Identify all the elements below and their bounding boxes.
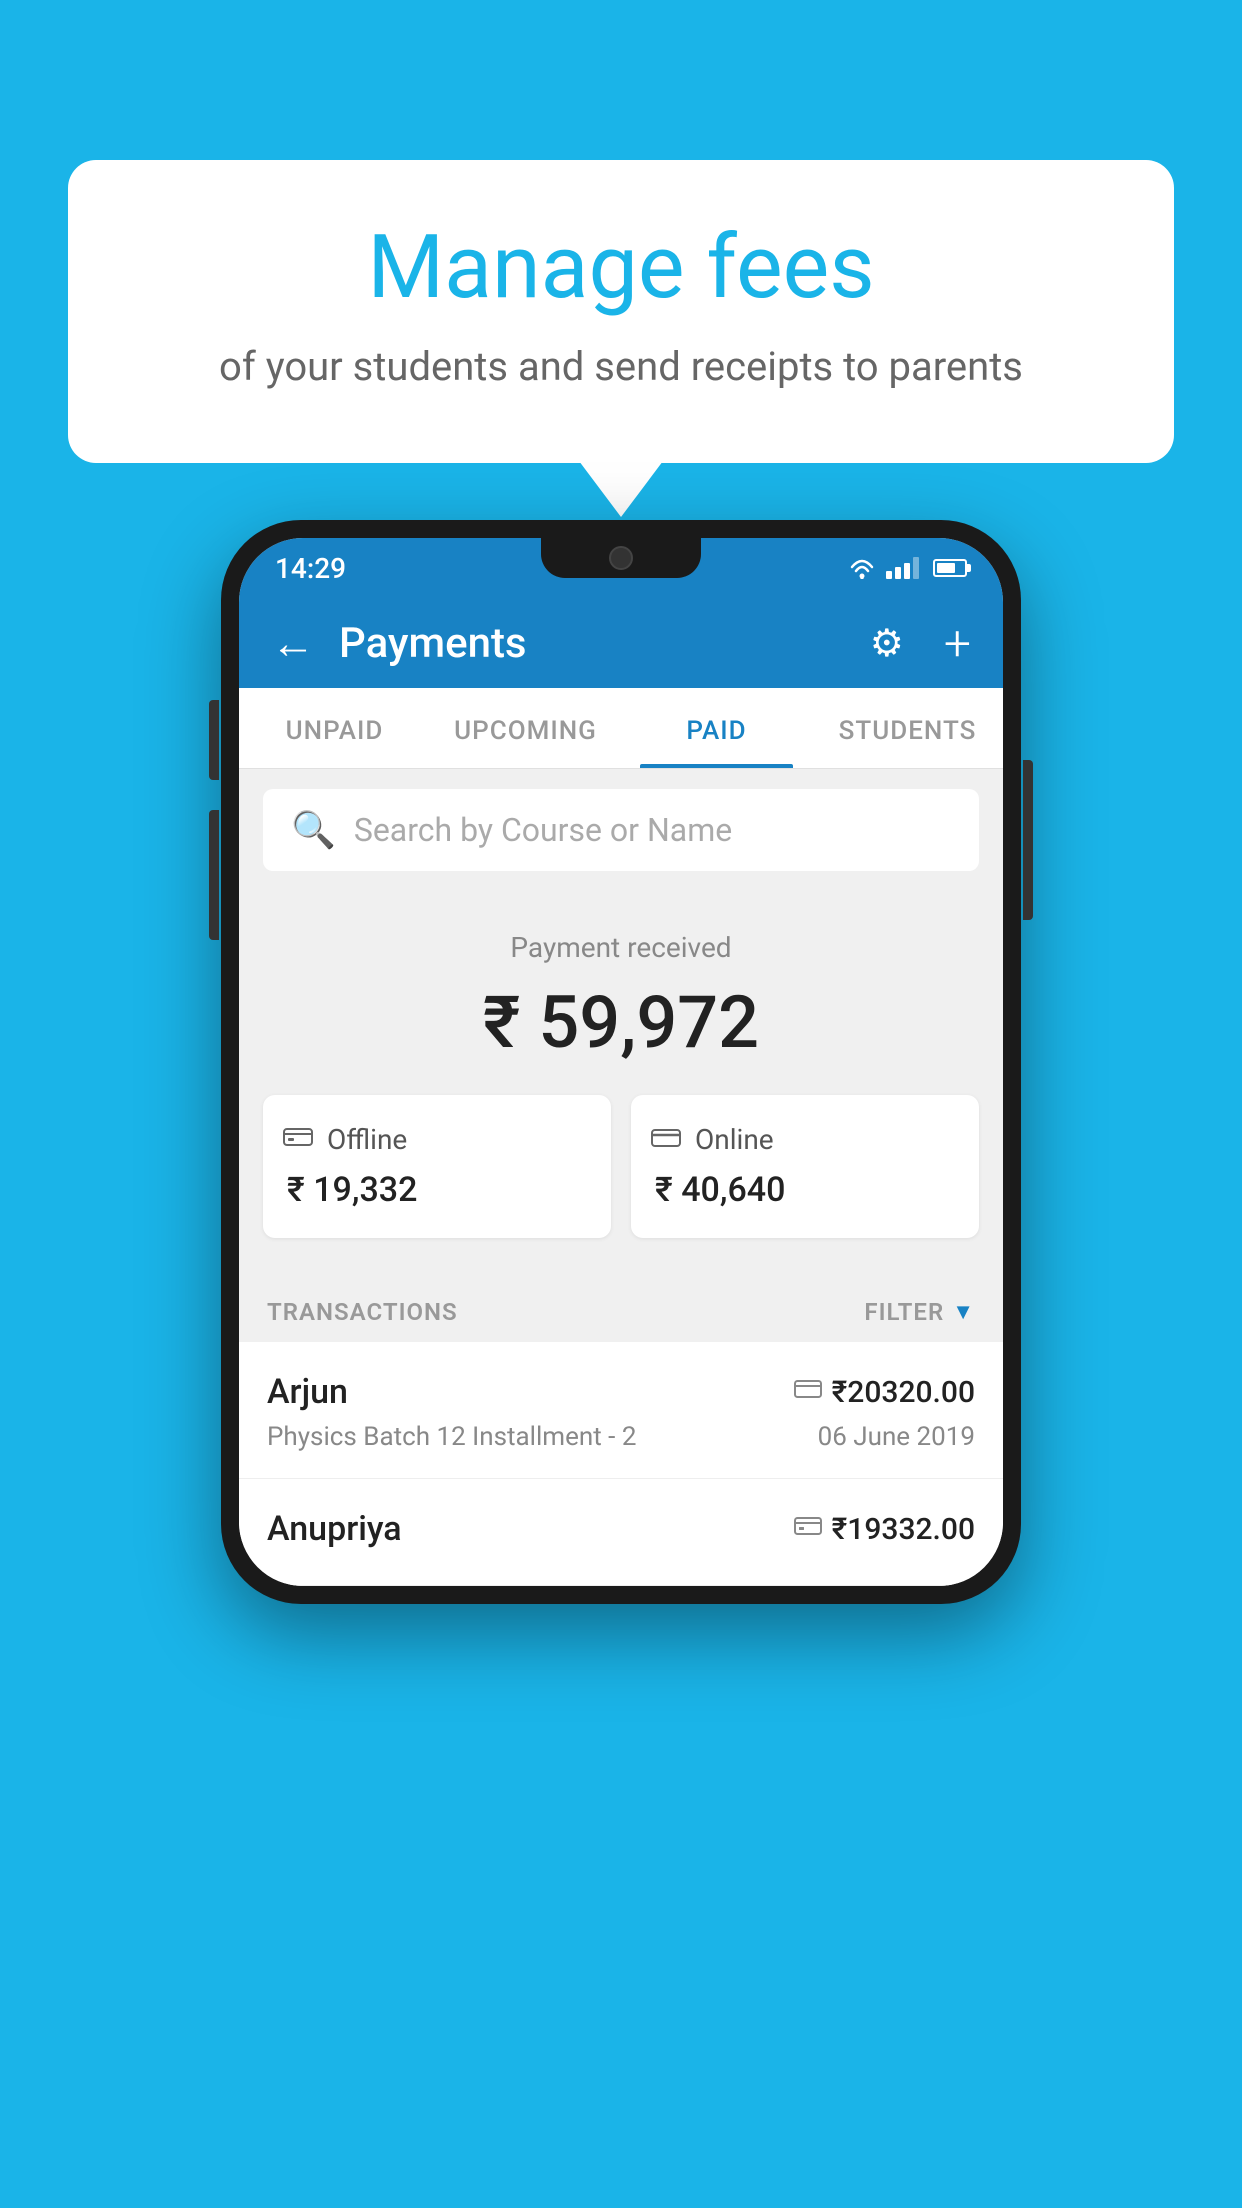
payment-cards: Offline ₹ 19,332 — [263, 1095, 979, 1238]
phone-outer: 14:29 — [221, 520, 1021, 1604]
wifi-icon — [848, 557, 876, 579]
phone-side-btn-power — [1023, 760, 1033, 920]
tab-upcoming[interactable]: UPCOMING — [430, 688, 621, 768]
transactions-label: TRANSACTIONS — [267, 1298, 458, 1326]
payment-summary: Payment received ₹ 59,972 — [239, 891, 1003, 1278]
payment-received-label: Payment received — [263, 931, 979, 964]
transaction-row[interactable]: Arjun ₹20320.00 Physics Batch 12 Install… — [239, 1342, 1003, 1479]
search-input[interactable]: Search by Course or Name — [354, 811, 732, 849]
online-payment-card: Online ₹ 40,640 — [631, 1095, 979, 1238]
transaction-name: Arjun — [267, 1372, 348, 1412]
phone-wrapper: 14:29 — [221, 520, 1021, 1604]
transaction-date: 06 June 2019 — [818, 1422, 975, 1452]
speech-bubble-title: Manage fees — [128, 220, 1114, 317]
filter-icon: ▼ — [952, 1299, 975, 1325]
speech-bubble-subtitle: of your students and send receipts to pa… — [128, 341, 1114, 393]
transaction-amount: ₹19332.00 — [832, 1512, 975, 1547]
payment-total-amount: ₹ 59,972 — [263, 980, 979, 1065]
phone-camera — [609, 546, 633, 570]
transaction-amount: ₹20320.00 — [832, 1375, 975, 1410]
offline-payment-card: Offline ₹ 19,332 — [263, 1095, 611, 1238]
signal-icon — [886, 557, 919, 579]
phone-side-btn-volume-down — [209, 810, 219, 940]
status-time: 14:29 — [275, 552, 346, 585]
tab-paid[interactable]: PAID — [621, 688, 812, 768]
filter-button[interactable]: FILTER ▼ — [864, 1298, 975, 1326]
speech-bubble: Manage fees of your students and send re… — [68, 160, 1174, 463]
phone-side-btn-volume-up — [209, 700, 219, 780]
online-label: Online — [695, 1123, 774, 1156]
settings-button[interactable]: ⚙ — [870, 621, 904, 666]
cash-payment-icon — [794, 1514, 822, 1544]
search-area: 🔍 Search by Course or Name — [239, 769, 1003, 891]
search-box[interactable]: 🔍 Search by Course or Name — [263, 789, 979, 871]
online-amount: ₹ 40,640 — [651, 1170, 959, 1210]
status-icons — [848, 557, 967, 579]
offline-label: Offline — [327, 1123, 407, 1156]
search-icon: 🔍 — [291, 809, 336, 851]
tabs-bar: UNPAID UPCOMING PAID STUDENTS — [239, 688, 1003, 769]
transaction-row[interactable]: Anupriya ₹19332.00 — [239, 1479, 1003, 1586]
offline-icon — [283, 1123, 313, 1156]
phone-screen: 14:29 — [239, 538, 1003, 1586]
add-button[interactable]: + — [944, 615, 971, 672]
online-icon — [651, 1123, 681, 1156]
tab-unpaid[interactable]: UNPAID — [239, 688, 430, 768]
card-payment-icon — [794, 1377, 822, 1407]
transactions-header: TRANSACTIONS FILTER ▼ — [239, 1278, 1003, 1342]
transaction-course: Physics Batch 12 Installment - 2 — [267, 1422, 636, 1452]
header-title: Payments — [339, 619, 846, 668]
offline-amount: ₹ 19,332 — [283, 1170, 591, 1210]
battery-icon — [933, 559, 967, 577]
tab-students[interactable]: STUDENTS — [812, 688, 1003, 768]
transaction-name: Anupriya — [267, 1509, 402, 1549]
back-button[interactable]: ← — [271, 621, 315, 665]
app-header: ← Payments ⚙ + — [239, 598, 1003, 688]
